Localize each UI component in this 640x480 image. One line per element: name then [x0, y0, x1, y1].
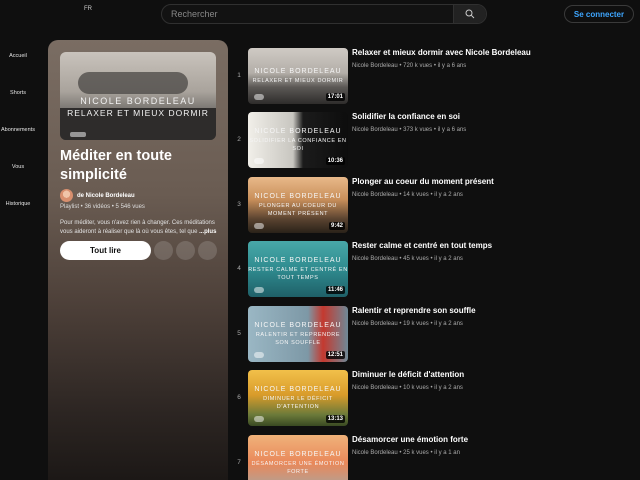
video-thumbnail[interactable]: NICOLE BORDELEAU RALENTIR ET REPRENDRE SO…	[248, 306, 348, 362]
nav-item-subscriptions[interactable]: Abonnements	[0, 127, 36, 133]
video-title[interactable]: Diminuer le déficit d'attention	[352, 370, 464, 379]
video-index: 2	[237, 136, 241, 143]
duration-badge: 13:13	[325, 415, 345, 423]
channel-logo-icon	[254, 94, 264, 100]
search-button[interactable]	[453, 5, 486, 23]
video-title[interactable]: Désamorcer une émotion forte	[352, 435, 468, 444]
thumbnail-subtitle: RESTER CALME ET CENTRÉ EN TOUT TEMPS	[248, 267, 348, 281]
owner-name[interactable]: de Nicole Bordeleau	[77, 193, 135, 199]
sign-in-button[interactable]: Se connecter	[564, 5, 634, 23]
playlist-thumbnail[interactable]: NICOLE BORDELEAU RELAXER ET MIEUX DORMIR	[60, 52, 216, 140]
video-index: 5	[237, 330, 241, 337]
video-index: 1	[237, 72, 241, 79]
video-index: 7	[237, 459, 241, 466]
language-indicator[interactable]: FR	[84, 6, 92, 12]
video-row[interactable]: 4 NICOLE BORDELEAU RESTER CALME ET CENTRÉ …	[234, 241, 634, 301]
search-box[interactable]	[161, 4, 487, 24]
channel-logo-icon	[254, 287, 264, 293]
search-icon	[465, 9, 475, 19]
nav-item-home[interactable]: Accueil	[0, 53, 36, 59]
video-index: 4	[237, 265, 241, 272]
thumbnail-subtitle: RALENTIR ET REPRENDRE SON SOUFFLE	[255, 332, 341, 346]
duration-badge: 11:46	[325, 286, 345, 294]
channel-logo-icon	[254, 352, 264, 358]
playlist-description: Pour méditer, vous n'avez rien à changer…	[60, 219, 220, 237]
thumbnail-title: NICOLE BORDELEAU	[254, 322, 342, 329]
save-playlist-button[interactable]	[154, 241, 173, 260]
channel-logo-icon	[254, 416, 264, 422]
duration-badge: 17:01	[325, 93, 345, 101]
video-meta: Nicole Bordeleau • 373 k vues • il y a 6…	[352, 127, 467, 133]
playlist-meta: Playlist • 36 vidéos • 5 546 vues	[60, 204, 145, 210]
thumbnail-line2: RELAXER ET MIEUX DORMIR	[67, 108, 209, 118]
video-row[interactable]: 3 NICOLE BORDELEAU PLONGER AU COEUR DU MOM…	[234, 177, 634, 237]
thumbnail-line1: NICOLE BORDELEAU	[80, 96, 196, 106]
playlist-owner[interactable]: de Nicole Bordeleau	[60, 189, 135, 202]
video-index: 3	[237, 201, 241, 208]
description-text: Pour méditer, vous n'avez rien à changer…	[60, 220, 215, 235]
playlist-title: Méditer en toute simplicité	[60, 148, 172, 183]
channel-logo-icon	[70, 132, 86, 137]
thumbnail-title: NICOLE BORDELEAU	[254, 68, 342, 75]
thumbnail-subtitle: DIMINUER LE DÉFICIT D'ATTENTION	[263, 396, 333, 410]
thumbnail-subtitle: PLONGER AU COEUR DU MOMENT PRÉSENT	[258, 203, 338, 217]
thumbnail-title: NICOLE BORDELEAU	[254, 257, 342, 264]
video-title[interactable]: Solidifier la confiance en soi	[352, 112, 460, 121]
search-input[interactable]	[162, 5, 453, 23]
video-thumbnail[interactable]: NICOLE BORDELEAU RELAXER ET MIEUX DORMIR 1…	[248, 48, 348, 104]
video-thumbnail[interactable]: NICOLE BORDELEAU DIMINUER LE DÉFICIT D'AT…	[248, 370, 348, 426]
video-row[interactable]: 5 NICOLE BORDELEAU RALENTIR ET REPRENDRE S…	[234, 306, 634, 366]
video-meta: Nicole Bordeleau • 45 k vues • il y a 2 …	[352, 256, 463, 262]
video-meta: Nicole Bordeleau • 25 k vues • il y a 1 …	[352, 450, 460, 456]
video-thumbnail[interactable]: NICOLE BORDELEAU DÉSAMORCER UNE ÉMOTION F…	[248, 435, 348, 480]
thumbnail-title: NICOLE BORDELEAU	[254, 386, 342, 393]
thumbnail-subtitle: RELAXER ET MIEUX DORMIR	[252, 78, 344, 84]
more-actions-button[interactable]	[198, 241, 217, 260]
video-index: 6	[237, 394, 241, 401]
video-thumbnail[interactable]: NICOLE BORDELEAU RESTER CALME ET CENTRÉ E…	[248, 241, 348, 297]
video-title[interactable]: Plonger au coeur du moment présent	[352, 177, 494, 186]
video-row[interactable]: 7 NICOLE BORDELEAU DÉSAMORCER UNE ÉMOTION …	[234, 435, 634, 480]
more-link[interactable]: ...plus	[199, 229, 216, 235]
video-meta: Nicole Bordeleau • 19 k vues • il y a 2 …	[352, 321, 463, 327]
duration-badge: 9:42	[328, 222, 345, 230]
video-title[interactable]: Relaxer et mieux dormir avec Nicole Bord…	[352, 48, 531, 57]
nav-item-shorts[interactable]: Shorts	[0, 90, 36, 96]
video-meta: Nicole Bordeleau • 14 k vues • il y a 2 …	[352, 192, 463, 198]
video-row[interactable]: 2 NICOLE BORDELEAU SOLIDIFIER LA CONFIANCE…	[234, 112, 634, 172]
duration-badge: 12:51	[325, 351, 345, 359]
thumbnail-title: NICOLE BORDELEAU	[254, 193, 342, 200]
thumbnail-title: NICOLE BORDELEAU	[254, 128, 342, 135]
nav-item-history[interactable]: Historique	[0, 201, 36, 207]
thumbnail-title: NICOLE BORDELEAU	[254, 451, 342, 458]
avatar[interactable]	[60, 189, 73, 202]
video-title[interactable]: Rester calme et centré en tout temps	[352, 241, 492, 250]
thumbnail-subtitle: DÉSAMORCER UNE ÉMOTION FORTE	[251, 461, 345, 475]
play-all-button[interactable]: Tout lire	[60, 241, 151, 260]
channel-logo-icon	[254, 158, 264, 164]
thumbnail-subtitle: SOLIDIFIER LA CONFIANCE EN SOI	[249, 138, 347, 152]
channel-logo-icon	[254, 223, 264, 229]
video-meta: Nicole Bordeleau • 10 k vues • il y a 2 …	[352, 385, 463, 391]
video-row[interactable]: 6 NICOLE BORDELEAU DIMINUER LE DÉFICIT D'A…	[234, 370, 634, 430]
video-thumbnail[interactable]: NICOLE BORDELEAU SOLIDIFIER LA CONFIANCE …	[248, 112, 348, 168]
nav-item-you[interactable]: Vous	[0, 164, 36, 170]
video-row[interactable]: 1 NICOLE BORDELEAU RELAXER ET MIEUX DORMIR…	[234, 48, 634, 108]
video-thumbnail[interactable]: NICOLE BORDELEAU PLONGER AU COEUR DU MOME…	[248, 177, 348, 233]
thumbnail-figure	[78, 72, 188, 94]
video-title[interactable]: Ralentir et reprendre son souffle	[352, 306, 476, 315]
share-button[interactable]	[176, 241, 195, 260]
video-meta: Nicole Bordeleau • 720 k vues • il y a 6…	[352, 63, 467, 69]
playlist-panel: NICOLE BORDELEAU RELAXER ET MIEUX DORMIR…	[48, 40, 228, 480]
duration-badge: 10:36	[325, 157, 345, 165]
